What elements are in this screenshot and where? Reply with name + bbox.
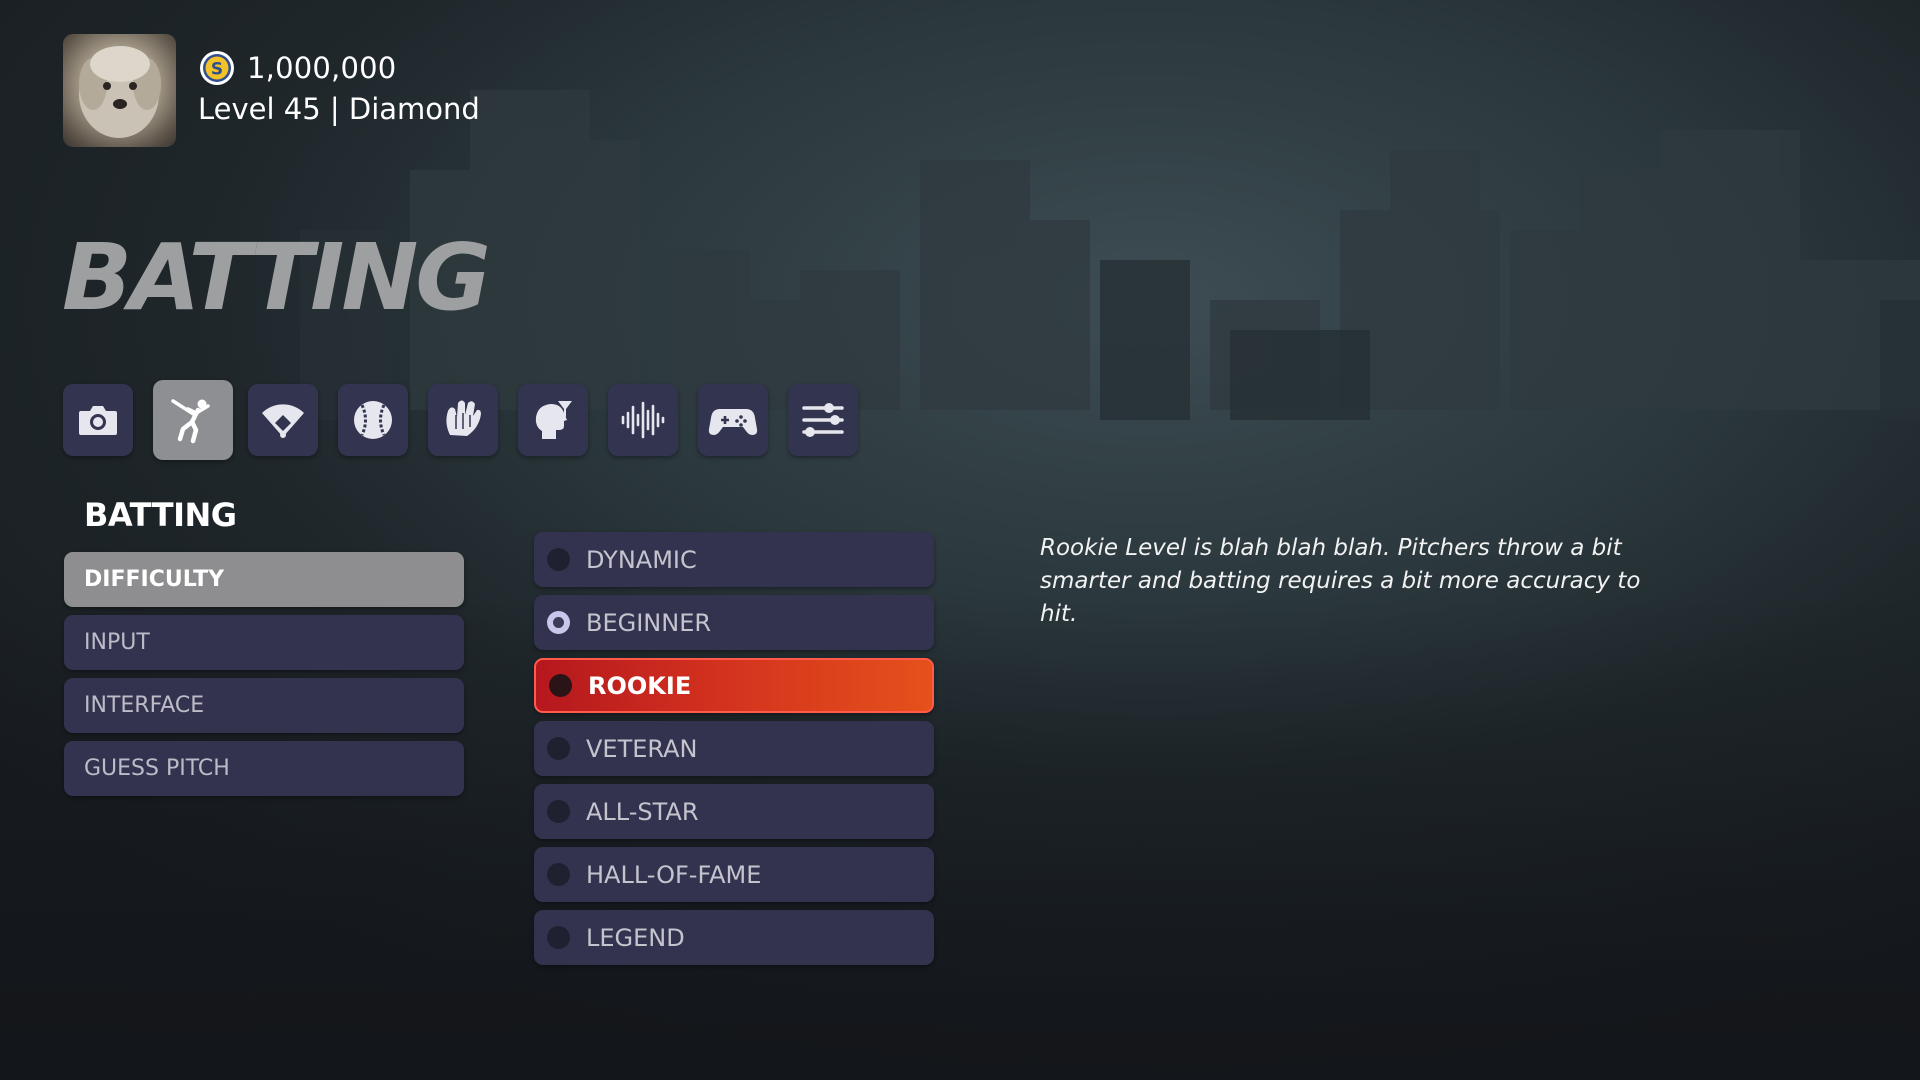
radio-button — [547, 737, 570, 760]
option-label: LEGEND — [586, 923, 685, 952]
tab-settings[interactable] — [788, 384, 858, 456]
menu-item-guess-pitch[interactable]: GUESS PITCH — [64, 741, 464, 796]
page-title: BATTING — [62, 224, 491, 331]
radio-button — [547, 863, 570, 886]
option-hall-of-fame[interactable]: HALL-OF-FAME — [534, 847, 934, 902]
radio-button-selected — [547, 611, 570, 634]
glove-icon — [446, 400, 481, 436]
tab-camera[interactable] — [63, 384, 133, 456]
tab-strategy[interactable] — [518, 384, 588, 456]
radio-button — [547, 548, 570, 571]
option-rookie[interactable]: ROOKIE — [534, 658, 934, 713]
tab-pitching[interactable] — [338, 384, 408, 456]
audio-waveform-icon — [621, 401, 665, 439]
tab-controls[interactable] — [698, 384, 768, 456]
tab-batting[interactable] — [153, 380, 233, 460]
option-label: ALL-STAR — [586, 797, 699, 826]
currency-display: S 1,000,000 — [199, 50, 396, 86]
option-label: HALL-OF-FAME — [586, 860, 762, 889]
option-legend[interactable]: LEGEND — [534, 910, 934, 965]
s-coin-icon: S — [200, 51, 234, 85]
option-veteran[interactable]: VETERAN — [534, 721, 934, 776]
currency-amount: 1,000,000 — [247, 51, 397, 85]
section-heading: BATTING — [84, 496, 237, 534]
tab-fielding[interactable] — [428, 384, 498, 456]
head-thought-icon — [535, 401, 572, 439]
camera-icon — [79, 406, 117, 435]
menu-item-input[interactable]: INPUT — [64, 615, 464, 670]
baseball-icon — [354, 401, 392, 439]
difficulty-description: Rookie Level is blah blah blah. Pitchers… — [1040, 535, 1641, 627]
category-tabs — [63, 380, 878, 460]
option-dynamic[interactable]: DYNAMIC — [534, 532, 934, 587]
option-all-star[interactable]: ALL-STAR — [534, 784, 934, 839]
option-label: ROOKIE — [588, 671, 692, 700]
option-label: DYNAMIC — [586, 545, 697, 574]
batter-swing-icon — [171, 399, 210, 444]
settings-category-list: DIFFICULTY INPUT INTERFACE GUESS PITCH — [64, 552, 464, 804]
player-avatar — [63, 34, 176, 147]
option-label: BEGINNER — [586, 608, 712, 637]
menu-item-difficulty[interactable]: DIFFICULTY — [64, 552, 464, 607]
radio-button — [547, 800, 570, 823]
tab-field[interactable] — [248, 384, 318, 456]
gamepad-icon — [708, 409, 758, 435]
radio-button — [549, 674, 572, 697]
player-level: Level 45 | Diamond — [198, 92, 480, 126]
svg-text:S: S — [211, 60, 223, 80]
sliders-icon — [802, 403, 844, 437]
tab-audio[interactable] — [608, 384, 678, 456]
menu-item-interface[interactable]: INTERFACE — [64, 678, 464, 733]
difficulty-options: DYNAMIC BEGINNER ROOKIE VETERAN ALL-STAR… — [534, 532, 934, 973]
option-beginner[interactable]: BEGINNER — [534, 595, 934, 650]
baseball-diamond-icon — [262, 404, 304, 438]
radio-button — [547, 926, 570, 949]
dog-avatar-icon — [79, 46, 161, 138]
option-label: VETERAN — [586, 734, 698, 763]
